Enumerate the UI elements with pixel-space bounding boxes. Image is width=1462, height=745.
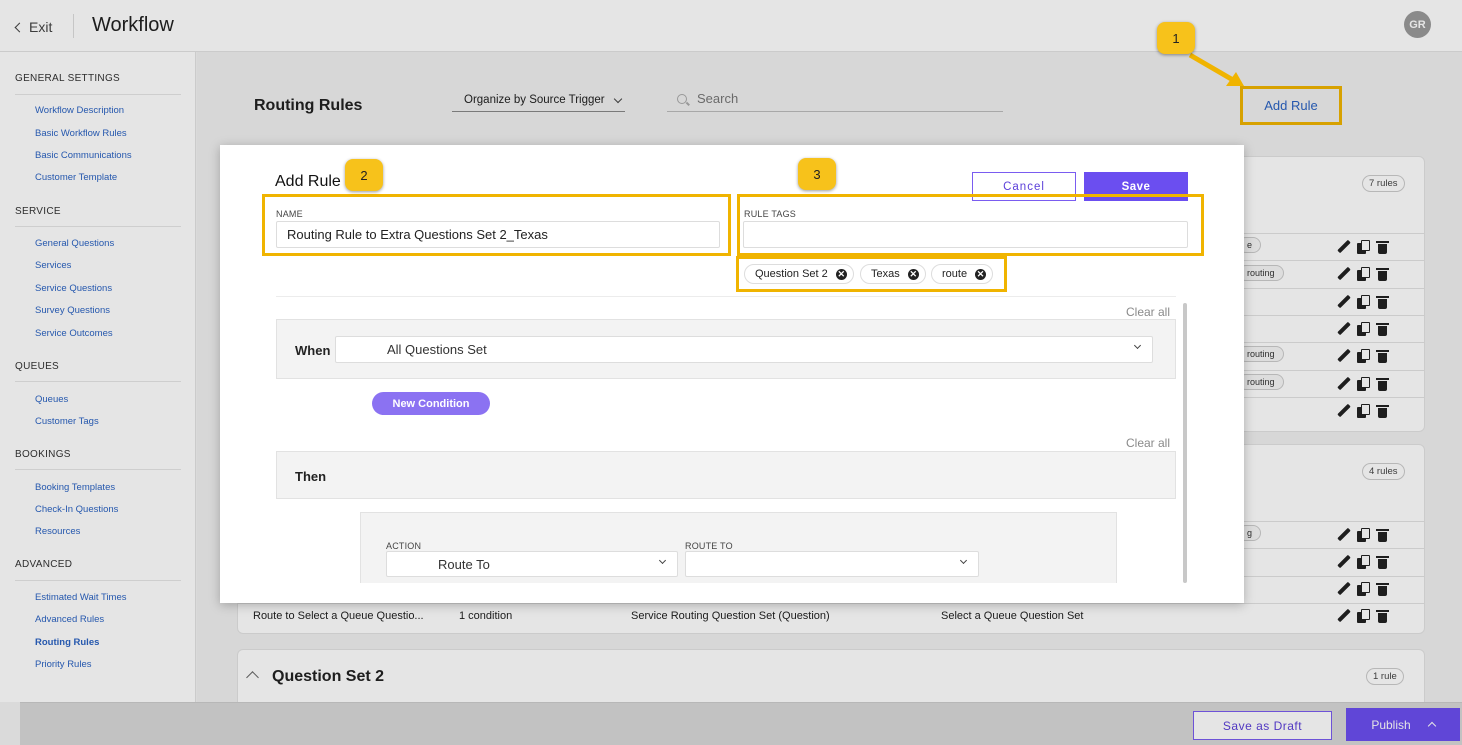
callout-badge-2: 2 xyxy=(345,159,383,191)
callout-badge-3: 3 xyxy=(798,158,836,190)
annotation-arrow xyxy=(1188,52,1244,86)
callout-badge-1: 1 xyxy=(1157,22,1195,54)
